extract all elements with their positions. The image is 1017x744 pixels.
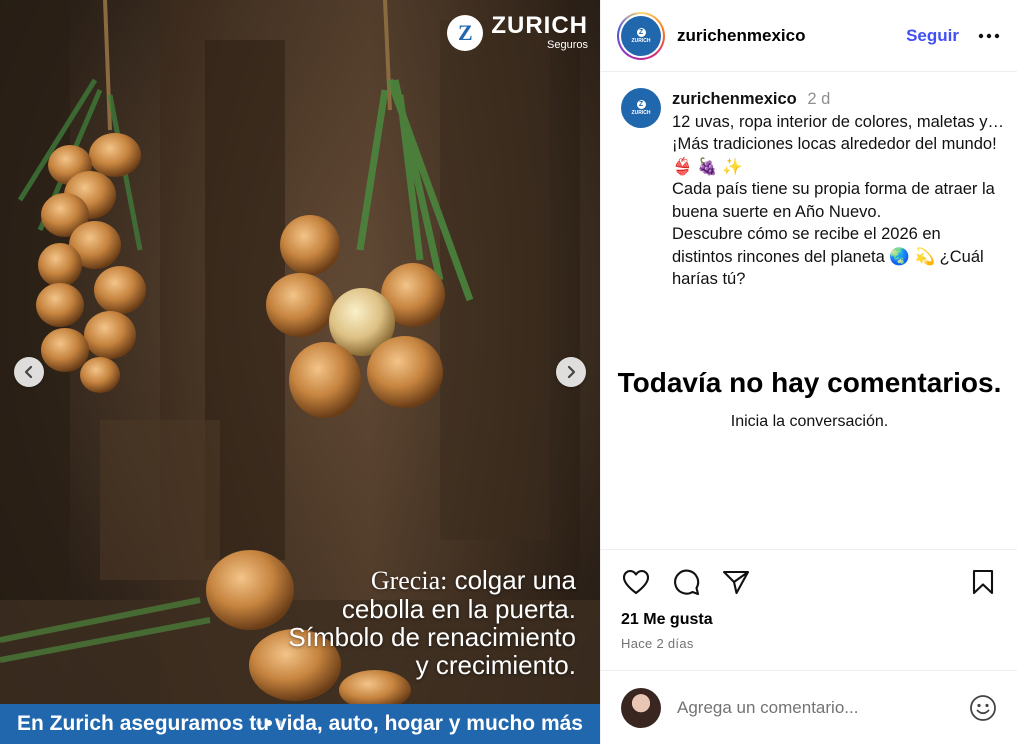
action-bar	[601, 550, 1017, 614]
chevron-right-icon	[567, 365, 576, 379]
comment-button[interactable]	[671, 567, 701, 597]
no-comments-subtitle: Inicia la conversación.	[730, 413, 889, 430]
no-comments-state: Todavía no hay comentarios. Inicia la co…	[601, 364, 1017, 431]
zurich-brand-logo: Z ZURICH Seguros	[447, 14, 588, 51]
share-icon	[722, 570, 750, 595]
add-comment-bar	[601, 670, 1017, 744]
post-date: Hace 2 días	[621, 636, 694, 651]
brand-subtitle: Seguros	[547, 39, 588, 51]
profile-avatar[interactable]: Z ZURICH	[617, 11, 665, 60]
caption-avatar[interactable]: Z ZURICH	[621, 88, 661, 128]
caption-line: Descubre cómo se recibe el 2026 en disti…	[672, 225, 984, 288]
heart-icon	[622, 569, 650, 595]
overlay-country: Grecia:	[370, 566, 448, 595]
comment-input[interactable]	[677, 697, 947, 718]
zurich-logo-icon: Z ZURICH	[621, 15, 661, 56]
smiley-icon	[970, 694, 996, 721]
carousel-dot	[276, 720, 282, 726]
image-banner: En Zurich aseguramos tu vida, auto, hoga…	[0, 704, 600, 744]
post-caption: Z ZURICH zurichenmexico 2 d 12 uvas, rop…	[621, 88, 1005, 291]
chevron-left-icon	[24, 365, 33, 379]
carousel-next-button[interactable]	[556, 357, 586, 387]
header-username[interactable]: zurichenmexico	[677, 26, 806, 46]
like-button[interactable]	[621, 567, 651, 597]
zurich-mark-icon: Z	[447, 14, 484, 51]
carousel-dot-active	[266, 720, 272, 726]
carousel-dots	[256, 720, 282, 726]
caption-line: 12 uvas, ropa interior de colores, malet…	[672, 112, 1004, 176]
caption-time: 2 d	[807, 90, 831, 108]
post-side-panel: Z ZURICH zurichenmexico Seguir Z ZURICH …	[600, 0, 1017, 744]
likes-count[interactable]: 21 Me gusta	[601, 611, 1017, 629]
image-overlay-text: Grecia: colgar una cebolla en la puerta.…	[288, 565, 576, 680]
more-horizontal-icon	[978, 33, 1000, 38]
carousel-prev-button[interactable]	[14, 357, 44, 387]
caption-line: Cada país tiene su propia forma de atrae…	[672, 180, 995, 221]
comment-icon	[674, 569, 700, 596]
current-user-avatar	[621, 687, 661, 728]
no-comments-title: Todavía no hay comentarios.	[617, 367, 1002, 398]
brand-name: ZURICH	[491, 12, 588, 39]
carousel-dot	[256, 720, 262, 726]
bookmark-icon	[972, 569, 994, 595]
post-header: Z ZURICH zurichenmexico Seguir	[601, 0, 1017, 72]
follow-button[interactable]: Seguir	[906, 26, 959, 46]
post-image: Z ZURICH Seguros Grecia: colgar una cebo…	[0, 0, 600, 744]
caption-username[interactable]: zurichenmexico	[672, 90, 797, 108]
more-options-button[interactable]	[977, 24, 1001, 48]
share-button[interactable]	[721, 567, 751, 597]
post-actions-section: 21 Me gusta Hace 2 días	[601, 549, 1017, 651]
emoji-button[interactable]	[968, 693, 998, 723]
save-button[interactable]	[968, 567, 998, 597]
